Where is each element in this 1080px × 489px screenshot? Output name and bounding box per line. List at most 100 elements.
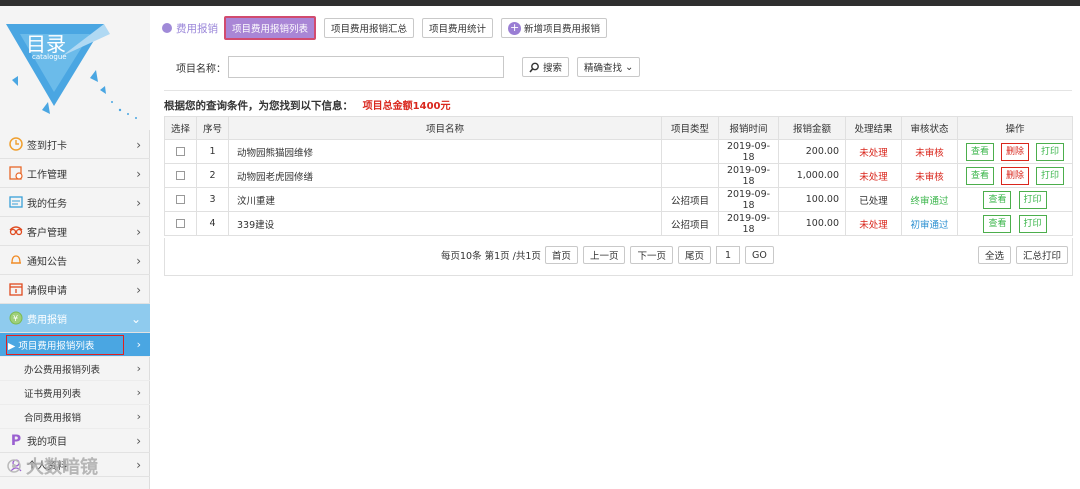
tab-project-expense-summary[interactable]: 项目费用报销汇总 bbox=[324, 18, 415, 38]
row-project-name: 339建设 bbox=[228, 211, 662, 236]
sidebar-item-label: 通知公告 bbox=[27, 256, 67, 268]
row-checkbox-cell bbox=[164, 139, 197, 164]
section-title: 费用报销 bbox=[162, 21, 218, 36]
sidebar-item-leave[interactable]: 请假申请 › bbox=[0, 275, 150, 304]
row-amount: 100.00 bbox=[778, 187, 846, 212]
row-amount: 1,000.00 bbox=[778, 163, 846, 188]
row-review-status: 终审通过 bbox=[901, 187, 958, 212]
view-button[interactable]: 查看 bbox=[965, 166, 994, 185]
sidebar-item-my-projects[interactable]: P 我的项目 › bbox=[0, 429, 150, 453]
print-button[interactable]: 打印 bbox=[1018, 190, 1047, 209]
prev-page-button[interactable]: 上一页 bbox=[582, 246, 626, 264]
col-project-name: 项目名称 bbox=[228, 116, 662, 140]
select-all-button[interactable]: 全选 bbox=[977, 246, 1011, 264]
divider bbox=[164, 90, 1072, 91]
view-button[interactable]: 查看 bbox=[983, 214, 1012, 233]
search-icon bbox=[529, 62, 539, 73]
row-index: 1 bbox=[196, 139, 229, 164]
sidebar-item-customers[interactable]: 客户管理 › bbox=[0, 217, 150, 246]
sidebar-item-work[interactable]: 工作管理 › bbox=[0, 159, 150, 188]
row-handle-result: 未处理 bbox=[845, 163, 902, 188]
calendar-icon bbox=[9, 282, 23, 296]
catalogue-logo: 目录 catalogue bbox=[0, 6, 150, 130]
row-amount: 200.00 bbox=[778, 139, 846, 164]
pagination-bar: 每页10条 第1页 /共1页 首页 上一页 下一页 尾页 1 GO 全选 汇总打… bbox=[164, 238, 1073, 276]
row-checkbox[interactable] bbox=[176, 147, 185, 156]
print-button[interactable]: 打印 bbox=[1018, 214, 1047, 233]
chevron-right-icon: › bbox=[136, 410, 141, 423]
row-checkbox[interactable] bbox=[176, 195, 185, 204]
sidebar-subitem-label: 证书费用列表 bbox=[24, 388, 82, 400]
col-project-type: 项目类型 bbox=[661, 116, 719, 140]
watermark: 大数暗镜 bbox=[6, 451, 146, 481]
svg-text:¥: ¥ bbox=[13, 314, 18, 323]
last-page-button[interactable]: 尾页 bbox=[677, 246, 711, 264]
sidebar-item-label: 工作管理 bbox=[27, 169, 67, 181]
sidebar-subitem-label: 合同费用报销 bbox=[24, 412, 82, 424]
tab-project-expense-stats[interactable]: 项目费用统计 bbox=[422, 18, 494, 38]
pagination-controls: 每页10条 第1页 /共1页 首页 上一页 下一页 尾页 1 GO bbox=[441, 246, 779, 264]
advanced-search-label: 精确查找 bbox=[584, 63, 623, 74]
row-checkbox-cell bbox=[164, 211, 197, 236]
view-button[interactable]: 查看 bbox=[965, 142, 994, 161]
sidebar-item-notices[interactable]: 通知公告 › bbox=[0, 246, 150, 275]
search-button[interactable]: 搜索 bbox=[522, 57, 570, 77]
logo-subtitle: catalogue bbox=[32, 53, 67, 61]
row-review-status: 初审通过 bbox=[901, 211, 958, 236]
sidebar-subitem-project-expense-list[interactable]: ▶ 项目费用报销列表 › bbox=[0, 333, 150, 357]
next-page-button[interactable]: 下一页 bbox=[630, 246, 673, 264]
col-expense-date: 报销时间 bbox=[718, 116, 779, 140]
row-project-name: 汶川重建 bbox=[228, 187, 662, 212]
catalogue-logo-graphic bbox=[6, 24, 137, 119]
sidebar-subitem-certificate-expense[interactable]: 证书费用列表 › bbox=[0, 381, 150, 405]
result-text: 根据您的查询条件，为您找到以下信息： bbox=[164, 100, 353, 112]
customers-icon bbox=[9, 224, 23, 238]
print-button[interactable]: 打印 bbox=[1036, 166, 1065, 185]
delete-button[interactable]: 删除 bbox=[1000, 142, 1029, 161]
view-button[interactable]: 查看 bbox=[983, 190, 1012, 209]
row-actions: 查看 打印 bbox=[957, 211, 1073, 236]
sidebar-item-label: 我的项目 bbox=[27, 437, 67, 448]
first-page-button[interactable]: 首页 bbox=[544, 246, 578, 264]
table-row: 3 汶川重建 公招项目 2019-09-18 100.00 已处理 终审通过 查… bbox=[164, 187, 1073, 212]
row-index: 2 bbox=[196, 163, 229, 188]
worksheet-icon bbox=[9, 166, 23, 180]
sidebar-item-label: 签到打卡 bbox=[27, 140, 67, 152]
plus-icon: + bbox=[508, 20, 522, 35]
row-index: 3 bbox=[196, 187, 229, 212]
sidebar-item-label: 请假申请 bbox=[27, 285, 67, 297]
sidebar-item-label: 我的任务 bbox=[27, 198, 67, 210]
tab-project-expense-list[interactable]: 项目费用报销列表 bbox=[224, 16, 317, 40]
sidebar-subitem-office-expense[interactable]: 办公费用报销列表 › bbox=[0, 357, 150, 381]
page-number-input[interactable]: 1 bbox=[715, 246, 740, 264]
sidebar-subitem-contract-expense[interactable]: 合同费用报销 › bbox=[0, 405, 150, 429]
sidebar-item-expense[interactable]: ¥ 费用报销 ⌄ bbox=[0, 304, 150, 333]
sidebar-item-checkin[interactable]: 签到打卡 › bbox=[0, 130, 150, 159]
row-actions: 查看 删除 打印 bbox=[957, 139, 1073, 164]
project-name-input[interactable] bbox=[228, 56, 504, 78]
row-handle-result: 已处理 bbox=[845, 187, 902, 212]
go-button[interactable]: GO bbox=[744, 246, 774, 264]
print-button[interactable]: 打印 bbox=[1036, 142, 1065, 161]
add-button-label: 新增项目费用报销 bbox=[524, 24, 601, 35]
chevron-right-icon: › bbox=[136, 138, 141, 152]
add-project-expense-button[interactable]: + 新增项目费用报销 bbox=[501, 18, 608, 38]
main-content: 费用报销 项目费用报销列表 项目费用报销汇总 项目费用统计 + 新增项目费用报销… bbox=[156, 6, 1080, 489]
table-row: 1 动物园熊猫园维修 2019-09-18 200.00 未处理 未审核 查看 … bbox=[164, 139, 1073, 164]
row-checkbox[interactable] bbox=[176, 219, 185, 228]
row-checkbox-cell bbox=[164, 187, 197, 212]
watermark-text: 大数暗镜 bbox=[26, 457, 98, 478]
chevron-right-icon: › bbox=[136, 386, 141, 399]
summary-print-button[interactable]: 汇总打印 bbox=[1015, 246, 1068, 264]
search-row: 项目名称： 搜索 精确查找 ⌄ bbox=[176, 56, 648, 78]
row-review-status: 未审核 bbox=[901, 139, 958, 164]
advanced-search-button[interactable]: 精确查找 ⌄ bbox=[577, 57, 641, 77]
row-handle-result: 未处理 bbox=[845, 139, 902, 164]
delete-button[interactable]: 删除 bbox=[1000, 166, 1029, 185]
row-checkbox[interactable] bbox=[176, 171, 185, 180]
bell-icon bbox=[9, 253, 23, 267]
col-select: 选择 bbox=[164, 116, 197, 140]
row-project-name: 动物园老虎园修缮 bbox=[228, 163, 662, 188]
sidebar-item-tasks[interactable]: 我的任务 › bbox=[0, 188, 150, 217]
col-actions: 操作 bbox=[957, 116, 1073, 140]
